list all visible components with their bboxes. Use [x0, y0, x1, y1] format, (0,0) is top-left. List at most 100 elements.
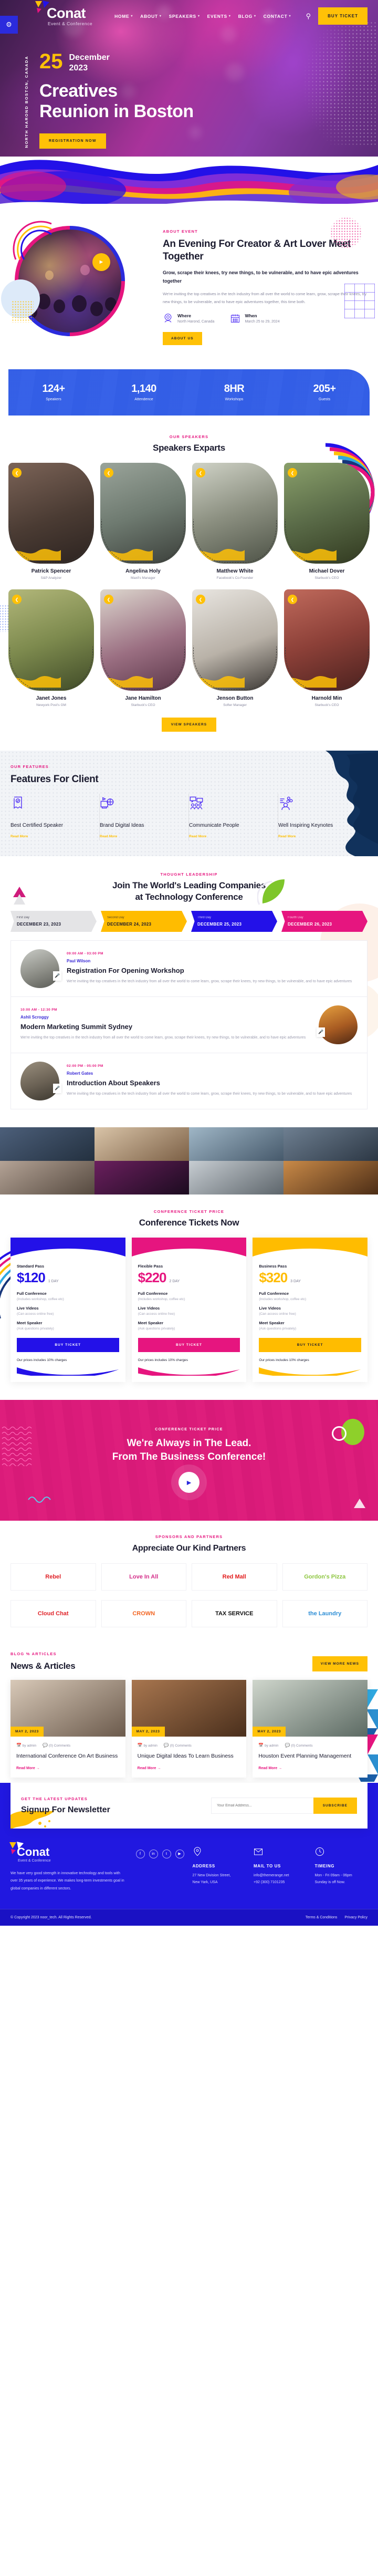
search-icon[interactable]: ⚲: [306, 12, 311, 20]
gallery-photo[interactable]: [189, 1160, 284, 1194]
view-more-news-button[interactable]: VIEW MORE NEWS: [312, 1656, 368, 1672]
nav-item-speakers[interactable]: SPEAKERS ▾: [169, 14, 200, 19]
feature-card-communicate-people[interactable]: Communicate People Read More: [189, 794, 278, 841]
logo-mark-icon: [35, 1, 49, 13]
schedule-day-tab-2[interactable]: Second Day DECEMBER 24, 2023: [101, 910, 187, 932]
gallery-photo[interactable]: [0, 1160, 94, 1194]
plan-days: 2 DAY: [169, 1280, 180, 1284]
gallery-photo[interactable]: [284, 1127, 378, 1161]
share-icon[interactable]: ❮: [12, 468, 22, 478]
terms-link[interactable]: Terms & Conditions: [306, 1916, 338, 1919]
play-video-button-large[interactable]: ►: [178, 1472, 200, 1493]
about-us-button[interactable]: ABOUT US: [163, 331, 202, 345]
facebook-icon[interactable]: f: [135, 1849, 145, 1858]
speaker-card[interactable]: ❮ Matthew White Facebook's Co-Founder: [192, 463, 278, 580]
post-meta: 📅 by admin 💬 (0) Comments: [16, 1743, 120, 1748]
hero-location-vertical: NORTH HAROND BOSTON, CANADA: [24, 55, 29, 148]
session-speaker-name[interactable]: Paul Wilson: [67, 959, 358, 963]
nav-item-home[interactable]: HOME ▾: [114, 14, 133, 19]
schedule-day-tab-3[interactable]: Third Day DECEMBER 25, 2023: [191, 910, 277, 932]
session-speaker-name[interactable]: Ashli Scroggy: [20, 1015, 311, 1020]
feature-read-more-link[interactable]: Read More: [10, 835, 94, 838]
speaker-card[interactable]: ❮ Jane Hamilton Starbuck's CEO: [100, 589, 186, 707]
partner-logo[interactable]: Red Mall: [192, 1563, 277, 1591]
feature-card-best-certified-speaker[interactable]: Best Certified Speaker Read More: [10, 794, 100, 841]
feature-read-more-link[interactable]: Read More: [278, 835, 362, 838]
share-icon[interactable]: ❮: [196, 468, 205, 478]
gallery-photo[interactable]: [284, 1160, 378, 1194]
speaker-card[interactable]: ❮ Angelina Holy Maxil's Manager: [100, 463, 186, 580]
blog-eyebrow: BLOG % ARTICLES: [10, 1651, 57, 1657]
session-title: Introduction About Speakers: [67, 1078, 160, 1087]
nav-item-about[interactable]: ABOUT ▾: [140, 14, 161, 19]
buy-ticket-button-business[interactable]: BUY TICKET: [259, 1338, 361, 1353]
partner-logo[interactable]: the Laundry: [282, 1600, 368, 1628]
view-speakers-button[interactable]: VIEW SPEAKERS: [161, 717, 217, 732]
nav-item-blog[interactable]: BLOG ▾: [238, 14, 256, 19]
subscribe-button[interactable]: SUBSCRIBE: [313, 1797, 357, 1814]
post-read-more-link[interactable]: Read More →: [258, 1767, 362, 1770]
partner-logo[interactable]: Cloud Chat: [10, 1600, 96, 1628]
partner-logo[interactable]: Love In All: [101, 1563, 186, 1591]
buy-ticket-button-flexible[interactable]: BUY TICKET: [138, 1338, 240, 1353]
post-read-more-link[interactable]: Read More →: [16, 1767, 120, 1770]
nav-item-contact[interactable]: CONTACT ▾: [264, 14, 291, 19]
footer-address-title: ADDRESS: [192, 1863, 215, 1868]
play-video-button[interactable]: ►: [92, 253, 110, 271]
buy-ticket-button[interactable]: BUY TICKET: [318, 7, 368, 25]
blog-post-card[interactable]: MAY 2, 2023 📅 by admin 💬 (0) Comments In…: [10, 1680, 125, 1778]
session-title: Modern Marketing Summit Sydney: [20, 1022, 133, 1031]
speaker-name: Michael Dover: [309, 568, 345, 575]
site-logo[interactable]: Conat Event & Conference: [35, 1, 92, 26]
speaker-role: S&P Analyzer: [40, 576, 62, 580]
footer-zone: GET THE LATEST UPDATES Signup For Newsle…: [0, 1782, 378, 1926]
wave-graphic: [0, 160, 378, 204]
buy-ticket-button-standard[interactable]: BUY TICKET: [17, 1338, 119, 1353]
blog-post-card[interactable]: MAY 2, 2023 📅 by admin 💬 (0) Comments Ho…: [253, 1680, 368, 1778]
partner-logo[interactable]: Gordon's Pizza: [282, 1563, 368, 1591]
speaker-card[interactable]: ❮ Michael Dover Starbuck's CEO: [284, 463, 370, 580]
session-speaker-name[interactable]: Robert Gates: [67, 1071, 358, 1076]
footer-logo[interactable]: Conat Event & Conference: [9, 1841, 128, 1863]
partner-logo[interactable]: CROWN: [101, 1600, 186, 1628]
nav-item-events[interactable]: EVENTS ▾: [207, 14, 231, 19]
feature-read-more-link[interactable]: Read More: [100, 835, 183, 838]
footer-timing-line2: Sunday is off Now.: [314, 1880, 345, 1884]
settings-tab-button[interactable]: ⚙: [0, 16, 18, 34]
speaker-card[interactable]: ❮ Jenson Button Softer Manager: [192, 589, 278, 707]
session-speaker-avatar: 🎤: [317, 1005, 358, 1044]
schedule-day-tab-1[interactable]: First Day DECEMBER 23, 2023: [10, 910, 97, 932]
post-read-more-link[interactable]: Read More →: [138, 1767, 241, 1770]
calendar-icon: 📅: [258, 1743, 264, 1748]
newsletter-email-input[interactable]: [211, 1797, 313, 1814]
about-media: ►: [1, 221, 153, 345]
footer-mail-line2[interactable]: +92 (300) 7101235: [254, 1879, 307, 1886]
gallery-photo[interactable]: [94, 1160, 189, 1194]
day-date: DECEMBER 24, 2023: [107, 921, 152, 927]
feature-card-brand-digital-ideas[interactable]: Brand Digital Ideas Read More: [100, 794, 189, 841]
share-icon[interactable]: ❮: [104, 468, 113, 478]
youtube-icon[interactable]: ▶: [175, 1849, 184, 1858]
blog-post-card[interactable]: MAY 2, 2023 📅 by admin 💬 (0) Comments Un…: [131, 1680, 247, 1778]
speaker-card[interactable]: ❮ Patrick Spencer S&P Analyzer: [8, 463, 94, 580]
gallery-photo[interactable]: [94, 1127, 189, 1161]
twitter-icon[interactable]: t: [162, 1849, 171, 1858]
gallery-photo[interactable]: [0, 1127, 94, 1161]
counter-bar: 124+ Speakers 1,140 Attendence 8HR Works…: [8, 369, 370, 416]
feature-card-well-inspiring-keynotes[interactable]: Well Inspiring Keynotes Read More: [278, 794, 368, 840]
schedule-day-tab-4[interactable]: Fourth Day DECEMBER 26, 2023: [281, 910, 368, 932]
partner-logo[interactable]: TAX SERVICE: [192, 1600, 277, 1628]
speaker-card[interactable]: ❮ Janet Jones Newyork Post's GM: [8, 589, 94, 707]
session-description: We're inviting the top creatives in the …: [20, 1035, 306, 1040]
partner-logo[interactable]: Rebel: [10, 1563, 96, 1591]
share-icon[interactable]: ❮: [288, 468, 297, 478]
speaker-card[interactable]: ❮ Harnold Min Starbuck's CEO: [284, 589, 370, 707]
gallery-photo[interactable]: [189, 1127, 284, 1161]
speakers-grid-row2: ❮ Janet Jones Newyork Post's GM ❮ Jane H…: [8, 589, 370, 707]
partners-section: SPONSORS AND PARTNERS Appreciate Our Kin…: [0, 1521, 378, 1638]
privacy-link[interactable]: Privacy Policy: [344, 1916, 368, 1919]
feature-read-more-link[interactable]: Read More: [189, 835, 272, 838]
linkedin-icon[interactable]: in: [149, 1849, 158, 1858]
registration-now-button[interactable]: REGISTRATION NOW: [39, 133, 106, 149]
footer-mail-line1[interactable]: info@themerange.net: [254, 1872, 307, 1879]
